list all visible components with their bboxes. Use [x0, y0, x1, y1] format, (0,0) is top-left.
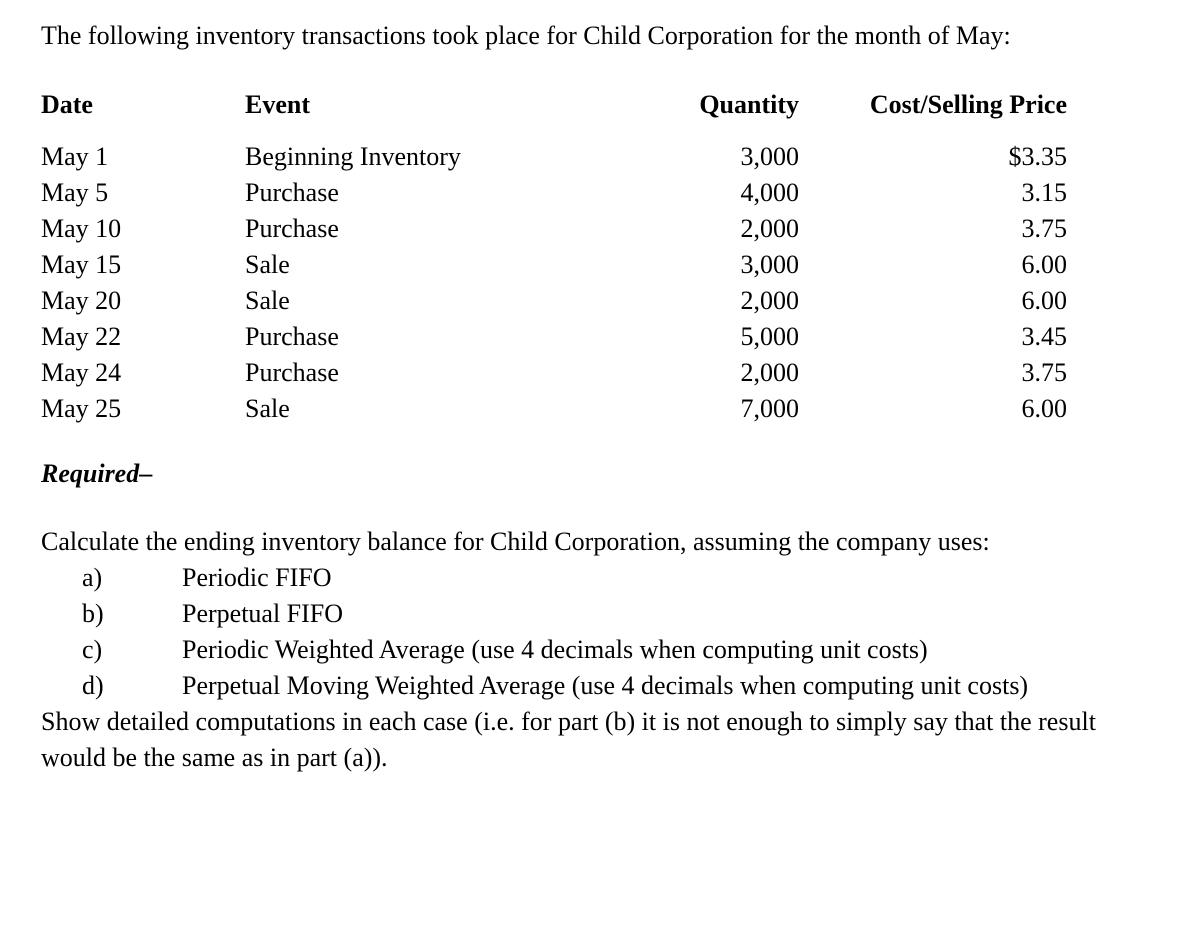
cell-quantity: 3,000 — [740, 142, 800, 171]
list-item: a) Periodic FIFO — [41, 560, 1131, 596]
cell-date: May 24 — [41, 358, 122, 387]
list-item-marker: c) — [82, 635, 103, 664]
table-row: May 15 Sale 3,000 6.00 — [41, 247, 1067, 283]
cell-quantity: 3,000 — [740, 250, 800, 279]
list-item-marker: b) — [82, 599, 104, 628]
required-label: Required — [41, 459, 140, 488]
cell-quantity: 5,000 — [740, 322, 800, 351]
cell-event: Sale — [245, 250, 290, 279]
cell-price: 3.75 — [1021, 358, 1068, 387]
table-header-row-group: Date Event Quantity Cost/Selling Price — [41, 87, 1067, 139]
cell-price: 3.15 — [1021, 178, 1068, 207]
table-header-row: Date Event Quantity Cost/Selling Price — [41, 87, 1067, 139]
inventory-transactions-table: Date Event Quantity Cost/Selling Price M… — [41, 87, 1067, 427]
table-row: May 5 Purchase 4,000 3.15 — [41, 175, 1067, 211]
closing-instruction-paragraph: Show detailed computations in each case … — [41, 707, 1096, 772]
cell-event: Purchase — [245, 358, 339, 387]
intro-paragraph: The following inventory transactions too… — [41, 21, 1011, 50]
table-row: May 22 Purchase 5,000 3.45 — [41, 319, 1067, 355]
cell-price: 6.00 — [1021, 394, 1068, 423]
column-header-event: Event — [245, 90, 310, 119]
cell-event: Beginning Inventory — [245, 142, 461, 171]
cell-date: May 22 — [41, 322, 122, 351]
methods-list: a) Periodic FIFO b) Perpetual FIFO c) Periodi… — [41, 560, 1141, 704]
list-item-label: Perpetual Moving Weighted Average (use 4… — [182, 671, 1029, 700]
list-item: d) Perpetual Moving Weighted Average (use… — [41, 668, 1131, 704]
cell-date: May 20 — [41, 286, 122, 315]
cell-quantity: 4,000 — [740, 178, 800, 207]
cell-date: May 15 — [41, 250, 122, 279]
cell-event: Sale — [245, 286, 290, 315]
table-row: May 25 Sale 7,000 6.00 — [41, 391, 1067, 427]
cell-date: May 10 — [41, 214, 122, 243]
cell-quantity: 7,000 — [740, 394, 800, 423]
list-item-marker: d) — [82, 671, 104, 700]
cell-date: May 25 — [41, 394, 122, 423]
list-item: b) Perpetual FIFO — [41, 596, 1131, 632]
cell-price: 6.00 — [1021, 250, 1068, 279]
column-header-date: Date — [41, 90, 93, 119]
required-dash: – — [139, 459, 153, 488]
cell-event: Sale — [245, 394, 290, 423]
cell-price: 3.45 — [1021, 322, 1068, 351]
list-item: c) Periodic Weighted Average (use 4 decim… — [41, 632, 1131, 668]
cell-price: 6.00 — [1021, 286, 1068, 315]
table-row: May 1 Beginning Inventory 3,000 $3.35 — [41, 139, 1067, 175]
list-item-label: Periodic Weighted Average (use 4 decimal… — [182, 635, 928, 664]
column-header-cost-selling-price: Cost/Selling Price — [869, 90, 1067, 119]
cell-price: $3.35 — [1008, 142, 1068, 171]
cell-date: May 1 — [41, 142, 109, 171]
table-row: May 10 Purchase 2,000 3.75 — [41, 211, 1067, 247]
cell-date: May 5 — [41, 178, 109, 207]
cell-event: Purchase — [245, 214, 339, 243]
cell-quantity: 2,000 — [740, 286, 800, 315]
cell-event: Purchase — [245, 178, 339, 207]
table-row: May 24 Purchase 2,000 3.75 — [41, 355, 1067, 391]
cell-price: 3.75 — [1021, 214, 1068, 243]
table-body: May 1 Beginning Inventory 3,000 $3.35 May 5 P… — [41, 139, 1067, 427]
cell-quantity: 2,000 — [740, 358, 800, 387]
cell-event: Purchase — [245, 322, 339, 351]
table-row: May 20 Sale 2,000 6.00 — [41, 283, 1067, 319]
cell-quantity: 2,000 — [740, 214, 800, 243]
column-header-quantity: Quantity — [699, 90, 799, 119]
list-item-marker: a) — [82, 563, 103, 592]
calculate-instruction-paragraph: Calculate the ending inventory balance f… — [41, 527, 990, 556]
document-body: The following inventory transactions too… — [41, 18, 1141, 776]
required-heading: Required– — [41, 456, 1141, 492]
list-item-label: Perpetual FIFO — [182, 599, 344, 628]
list-item-label: Periodic FIFO — [182, 563, 332, 592]
